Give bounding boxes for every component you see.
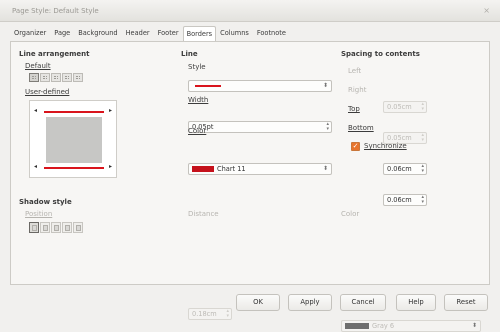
preview-top-border[interactable] <box>44 111 104 113</box>
preset-box[interactable] <box>40 73 50 82</box>
synchronize-checkbox[interactable]: ✓ <box>351 142 360 151</box>
arrow-top-left-icon: ◂ <box>34 107 38 114</box>
apply-button[interactable]: Apply <box>288 294 332 311</box>
shadow-distance-value: 0.18cm <box>192 310 217 318</box>
arrow-bottom-left-icon: ◂ <box>34 163 38 170</box>
cancel-button[interactable]: Cancel <box>340 294 386 311</box>
spin-arrows-icon[interactable]: ▴ ▾ <box>226 309 229 319</box>
preset-none[interactable] <box>29 73 39 82</box>
help-button[interactable]: Help <box>396 294 436 311</box>
reset-button[interactable]: Reset <box>444 294 488 311</box>
tab-columns[interactable]: Columns <box>216 25 253 41</box>
width-label: Width <box>188 96 209 104</box>
spacing-left-value: 0.05cm <box>387 103 412 111</box>
ok-button[interactable]: OK <box>236 294 280 311</box>
preset-box-inner[interactable] <box>51 73 61 82</box>
shadow-distance-label: Distance <box>188 210 219 218</box>
spin-arrows-icon[interactable]: ▴ ▾ <box>421 102 424 112</box>
line-color-value: Chart 11 <box>217 165 246 173</box>
default-presets <box>29 73 83 82</box>
dropdown-icon: ⬍ <box>471 322 477 329</box>
line-style-select[interactable]: ⬍ <box>188 80 332 92</box>
preset-top-bottom[interactable] <box>73 73 83 82</box>
preset-left-right[interactable] <box>62 73 72 82</box>
spacing-right-value: 0.05cm <box>387 134 412 142</box>
spacing-bottom-label: Bottom <box>348 124 374 132</box>
shadow-color-label: Color <box>341 210 360 218</box>
arrow-bottom-right-icon: ▸ <box>109 163 113 170</box>
tab-bar: Organizer Page Background Header Footer … <box>10 25 290 42</box>
tab-footnote[interactable]: Footnote <box>253 25 290 41</box>
window-titlebar: Page Style: Default Style × <box>0 0 500 22</box>
user-defined-label: User-defined <box>25 88 70 96</box>
spin-arrows-icon[interactable]: ▴ ▾ <box>421 164 424 174</box>
tab-footer[interactable]: Footer <box>154 25 183 41</box>
spacing-bottom-input[interactable]: 0.06cm ▴ ▾ <box>383 194 427 206</box>
shadow-bottom-left[interactable] <box>62 222 72 233</box>
spin-arrows-icon[interactable]: ▴ ▾ <box>326 122 329 132</box>
tab-borders[interactable]: Borders <box>182 26 217 42</box>
shadow-top-left[interactable] <box>73 222 83 233</box>
dropdown-icon: ⬍ <box>322 165 328 172</box>
spacing-heading: Spacing to contents <box>341 50 420 58</box>
tab-page[interactable]: Page <box>50 25 74 41</box>
window-title: Page Style: Default Style <box>12 7 99 15</box>
shadow-top-right[interactable] <box>51 222 61 233</box>
tab-header[interactable]: Header <box>122 25 154 41</box>
arrow-top-right-icon: ▸ <box>109 107 113 114</box>
shadow-color-select[interactable]: Gray 6 ⬍ <box>341 320 481 332</box>
spacing-left-label: Left <box>348 67 362 75</box>
shadow-position-label: Position <box>25 210 53 218</box>
style-label: Style <box>188 63 206 71</box>
line-color-swatch <box>192 166 214 172</box>
synchronize-label: Synchronize <box>364 142 407 150</box>
dropdown-icon: ⬍ <box>322 82 328 89</box>
spacing-top-value: 0.06cm <box>387 165 412 173</box>
default-label: Default <box>25 62 51 70</box>
spacing-bottom-value: 0.06cm <box>387 196 412 204</box>
line-style-sample <box>195 85 221 87</box>
preview-content-area <box>46 117 102 163</box>
shadow-style-heading: Shadow style <box>19 198 72 206</box>
tab-background[interactable]: Background <box>74 25 121 41</box>
close-icon[interactable]: × <box>483 6 490 15</box>
shadow-bottom-right[interactable] <box>40 222 50 233</box>
borders-panel: Line arrangement Default User-defined ◂ … <box>10 41 490 332</box>
spacing-top-input[interactable]: 0.06cm ▴ ▾ <box>383 163 427 175</box>
shadow-distance-input[interactable]: 0.18cm ▴ ▾ <box>188 308 232 320</box>
shadow-color-swatch <box>345 323 369 329</box>
line-color-select[interactable]: Chart 11 ⬍ <box>188 163 332 175</box>
spin-arrows-icon[interactable]: ▴ ▾ <box>421 195 424 205</box>
color-label: Color <box>188 127 207 135</box>
spacing-left-input[interactable]: 0.05cm ▴ ▾ <box>383 101 427 113</box>
spacing-right-label: Right <box>348 86 367 94</box>
border-preview[interactable]: ◂ ▸ ◂ ▸ <box>29 100 117 178</box>
line-heading: Line <box>181 50 198 58</box>
shadow-color-value: Gray 6 <box>372 322 395 330</box>
line-width-input[interactable]: 0.05pt ▴ ▾ <box>188 121 332 133</box>
shadow-position-presets <box>29 222 83 233</box>
tab-organizer[interactable]: Organizer <box>10 25 50 41</box>
spin-arrows-icon[interactable]: ▴ ▾ <box>421 133 424 143</box>
spacing-top-label: Top <box>348 105 360 113</box>
shadow-none[interactable] <box>29 222 39 233</box>
line-arrangement-heading: Line arrangement <box>19 50 90 58</box>
preview-bottom-border[interactable] <box>44 167 104 169</box>
